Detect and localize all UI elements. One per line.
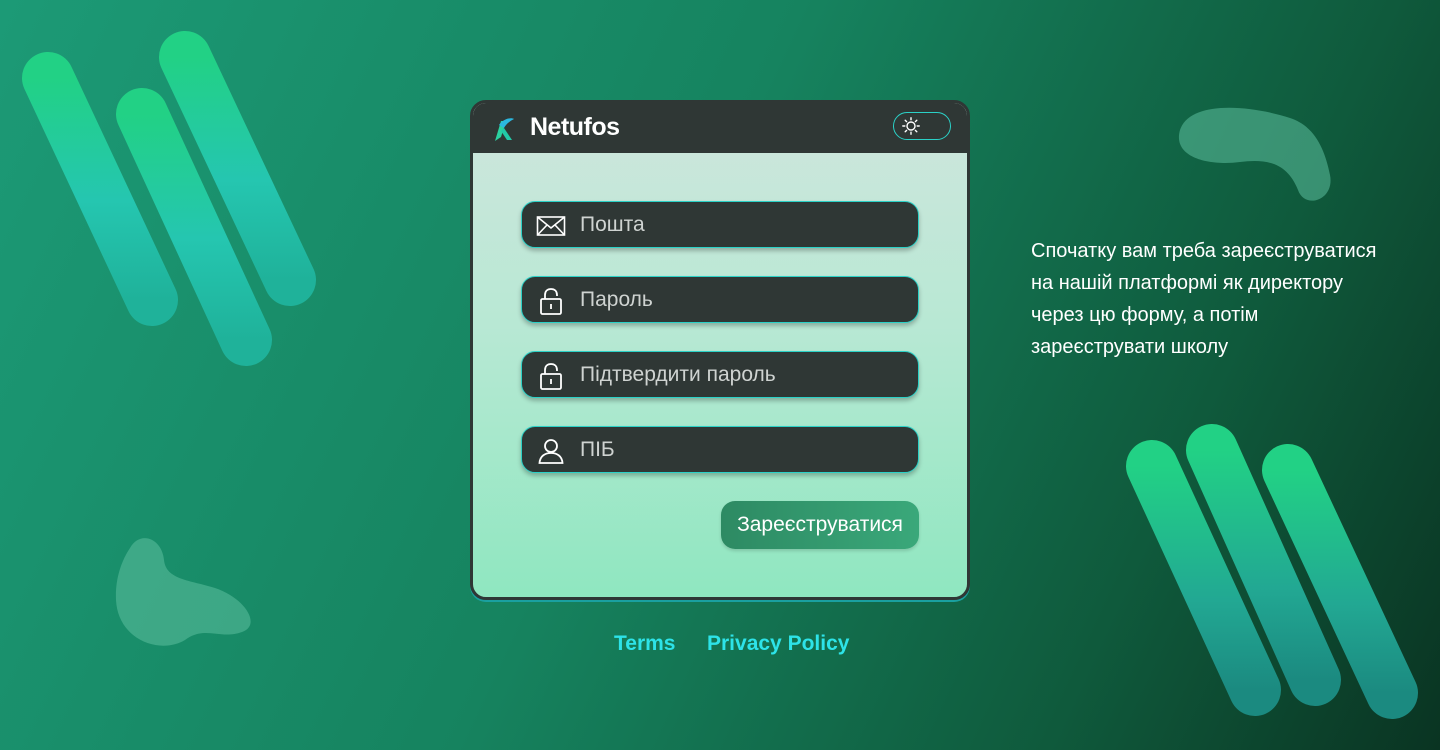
confirm-password-input[interactable] xyxy=(578,352,912,398)
lock-icon xyxy=(540,288,562,315)
register-button[interactable]: Зареєструватися xyxy=(721,501,919,549)
registration-info-text: Спочатку вам треба зареєструватися на на… xyxy=(1031,240,1377,358)
brand-name: Netufos xyxy=(530,113,620,141)
password-input[interactable] xyxy=(578,277,912,323)
card-header: Netufos xyxy=(473,103,967,153)
theme-toggle[interactable] xyxy=(893,112,951,140)
envelope-icon xyxy=(536,216,566,236)
terms-link[interactable]: Terms xyxy=(614,632,675,656)
email-field[interactable] xyxy=(521,201,919,248)
full-name-input[interactable] xyxy=(578,427,912,473)
privacy-policy-link[interactable]: Privacy Policy xyxy=(707,632,849,656)
lock-icon xyxy=(540,363,562,390)
confirm-password-field[interactable] xyxy=(521,351,919,398)
password-field[interactable] xyxy=(521,276,919,323)
bars-top-left xyxy=(22,31,316,366)
bars-bottom-right xyxy=(1126,424,1418,719)
email-input[interactable] xyxy=(578,202,912,248)
user-icon xyxy=(538,439,564,464)
full-name-field[interactable] xyxy=(521,426,919,473)
registration-card: Netufos Пошта ПІБ Зареєструватися xyxy=(470,100,970,600)
sun-icon xyxy=(902,117,920,135)
blob-top-right xyxy=(1178,107,1331,201)
blob-bottom-left xyxy=(115,538,251,646)
netufos-logo-icon xyxy=(495,118,514,141)
